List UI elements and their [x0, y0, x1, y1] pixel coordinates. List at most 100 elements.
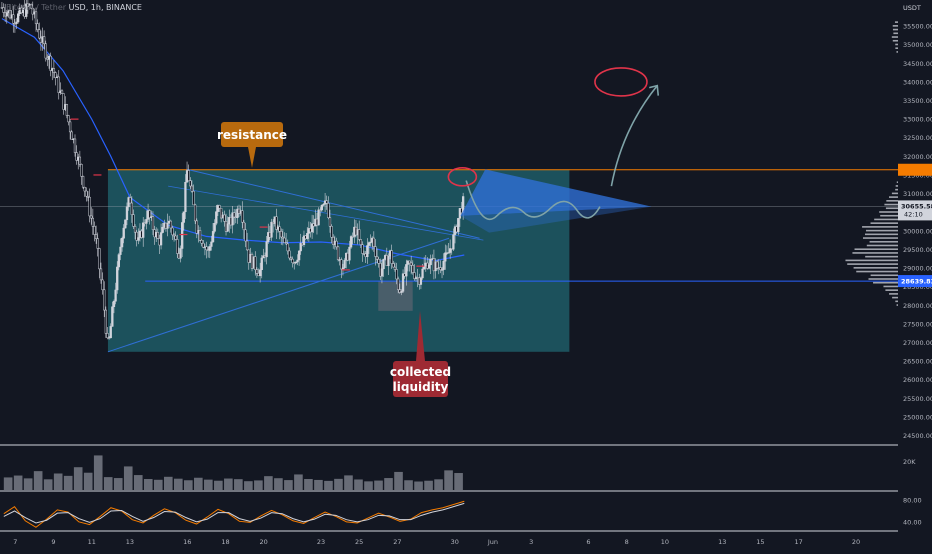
volume-bar[interactable] — [153, 479, 163, 490]
candle[interactable] — [15, 21, 18, 24]
candle[interactable] — [278, 226, 281, 232]
volume-bar[interactable] — [364, 481, 373, 490]
candle[interactable] — [343, 260, 346, 269]
candle[interactable] — [258, 269, 262, 277]
candle[interactable] — [190, 185, 194, 192]
candle[interactable] — [358, 229, 361, 240]
candle[interactable] — [226, 223, 229, 232]
candle[interactable] — [410, 262, 413, 266]
candle[interactable] — [375, 256, 379, 260]
candle[interactable] — [327, 203, 330, 218]
candle[interactable] — [366, 245, 369, 257]
volume-bar[interactable] — [394, 471, 403, 490]
candle[interactable] — [244, 229, 247, 242]
candle[interactable] — [96, 238, 99, 249]
candle[interactable] — [145, 219, 148, 224]
candle[interactable] — [119, 246, 122, 255]
candle[interactable] — [452, 234, 455, 250]
candle[interactable] — [101, 279, 104, 291]
volume-bar[interactable] — [83, 472, 93, 490]
candle[interactable] — [223, 214, 226, 222]
volume-bar[interactable] — [234, 479, 243, 490]
candle[interactable] — [419, 277, 423, 285]
volume-bar[interactable] — [63, 475, 73, 490]
candle[interactable] — [208, 246, 211, 251]
candle[interactable] — [179, 248, 182, 259]
candle[interactable] — [336, 246, 340, 260]
candle[interactable] — [296, 259, 299, 263]
candle[interactable] — [98, 248, 101, 270]
volume-bar[interactable] — [254, 480, 263, 490]
candle[interactable] — [117, 254, 120, 268]
volume-bar[interactable] — [314, 479, 323, 490]
volume-bar[interactable] — [123, 466, 133, 490]
candle[interactable] — [325, 200, 328, 204]
volume-bar[interactable] — [404, 480, 413, 490]
candle[interactable] — [241, 210, 244, 223]
candle[interactable] — [215, 211, 218, 224]
candle[interactable] — [232, 212, 236, 218]
volume-bar[interactable] — [434, 479, 443, 490]
volume-bar[interactable] — [294, 474, 303, 490]
liquidity-grab-box[interactable] — [378, 281, 413, 311]
candle[interactable] — [181, 222, 184, 249]
candle[interactable] — [176, 239, 179, 254]
volume-bar[interactable] — [13, 475, 23, 490]
candle[interactable] — [184, 182, 187, 213]
candle[interactable] — [306, 233, 309, 239]
candle[interactable] — [125, 206, 129, 221]
candle[interactable] — [114, 289, 117, 302]
volume-bar[interactable] — [194, 477, 203, 490]
candle[interactable] — [405, 264, 408, 277]
candle[interactable] — [348, 246, 351, 261]
candle[interactable] — [83, 186, 86, 192]
volume-bar[interactable] — [3, 477, 13, 490]
candle[interactable] — [297, 250, 301, 261]
candle[interactable] — [103, 289, 106, 311]
volume-bar[interactable] — [244, 481, 253, 490]
candle[interactable] — [286, 243, 289, 252]
candle[interactable] — [73, 138, 77, 153]
volume-bar[interactable] — [264, 476, 273, 490]
candle[interactable] — [397, 278, 400, 290]
candle[interactable] — [44, 43, 47, 59]
candle[interactable] — [57, 76, 60, 93]
volume-bar[interactable] — [274, 478, 283, 490]
candle[interactable] — [91, 217, 95, 227]
volume-bar[interactable] — [384, 478, 393, 490]
candle[interactable] — [78, 156, 82, 165]
volume-bar[interactable] — [184, 480, 193, 490]
candle[interactable] — [137, 237, 140, 241]
candle[interactable] — [245, 240, 249, 251]
candle[interactable] — [112, 300, 116, 307]
volume-bar[interactable] — [304, 479, 313, 490]
volume-bar[interactable] — [33, 471, 43, 490]
volume-bar[interactable] — [344, 475, 353, 490]
candle[interactable] — [198, 230, 202, 241]
candle[interactable] — [130, 202, 133, 215]
candle[interactable] — [335, 240, 338, 248]
candle[interactable] — [291, 258, 294, 264]
candle[interactable] — [2, 7, 5, 13]
candle[interactable] — [65, 104, 69, 116]
candle[interactable] — [254, 256, 257, 270]
candle[interactable] — [444, 252, 447, 262]
candle[interactable] — [161, 226, 164, 233]
candle[interactable] — [265, 241, 268, 258]
candle[interactable] — [288, 250, 291, 259]
candle[interactable] — [124, 219, 127, 229]
candle[interactable] — [99, 268, 103, 281]
volume-bar[interactable] — [23, 478, 33, 490]
candle[interactable] — [67, 115, 70, 123]
candle[interactable] — [156, 232, 159, 239]
candle[interactable] — [142, 222, 145, 238]
candle[interactable] — [104, 309, 107, 334]
candle[interactable] — [12, 14, 15, 24]
candle[interactable] — [132, 214, 135, 227]
volume-bar[interactable] — [354, 479, 363, 490]
candle[interactable] — [94, 234, 98, 239]
candle[interactable] — [283, 237, 286, 243]
candle[interactable] — [5, 12, 8, 17]
volume-bar[interactable] — [414, 481, 423, 490]
candle[interactable] — [387, 255, 390, 267]
